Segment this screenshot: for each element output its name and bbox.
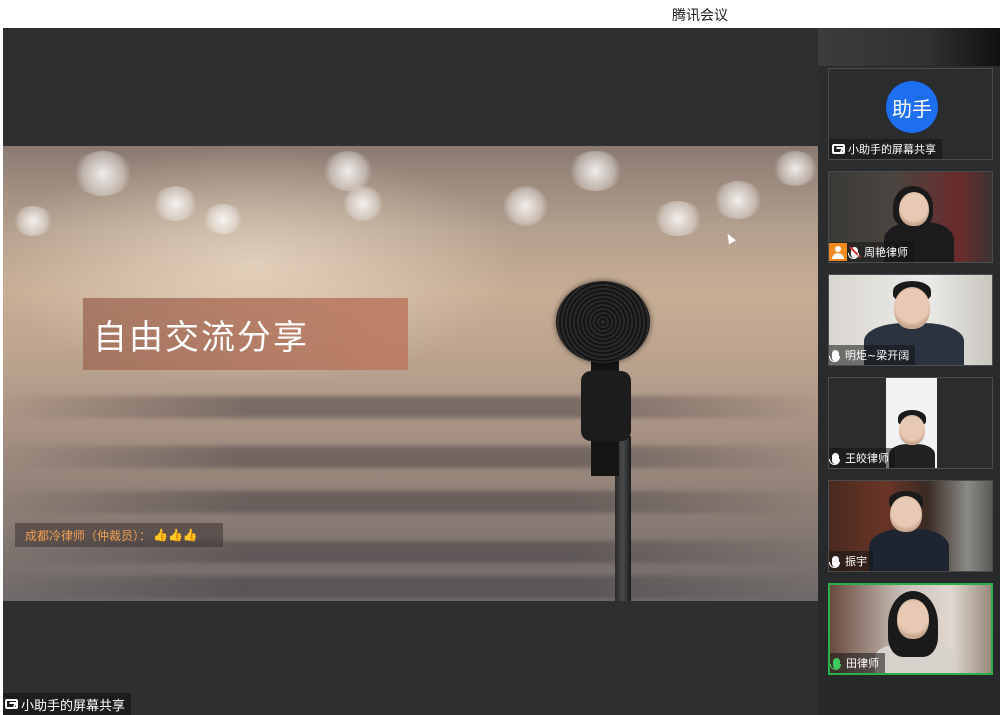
- participant-name: 明炬~梁开阔: [845, 349, 910, 362]
- bokeh-light: [323, 151, 373, 191]
- participant-label: 小助手的屏幕共享: [829, 139, 942, 159]
- chat-message-bar: 成都冷律师（仲裁员）： 👍👍👍: [15, 523, 223, 547]
- bokeh-light: [653, 201, 703, 236]
- participant-tile-assistant[interactable]: 助手 小助手的屏幕共享: [828, 68, 993, 160]
- microphone-clip: [581, 371, 631, 441]
- screen-share-label-text: 小助手的屏幕共享: [21, 698, 126, 714]
- participant-name: 田律师: [846, 657, 879, 670]
- bokeh-light: [73, 151, 133, 196]
- bokeh-light: [153, 186, 198, 221]
- participant-tile-zhenyu[interactable]: 振宇: [828, 480, 993, 572]
- app-title: 腾讯会议: [672, 8, 728, 24]
- participant-video: [899, 415, 925, 445]
- participant-name: 周艳律师: [864, 246, 908, 259]
- participant-label: 振宇: [829, 551, 873, 571]
- bokeh-light: [773, 151, 818, 186]
- screen-share-label: 小助手的屏幕共享: [3, 693, 132, 715]
- host-icon: [829, 243, 847, 261]
- blurred-seats: [3, 446, 818, 468]
- participant-tile-tian[interactable]: 田律师: [828, 583, 993, 675]
- participant-video: [889, 444, 935, 468]
- participant-video: [899, 192, 929, 226]
- participant-label: 田律师: [830, 653, 885, 673]
- participant-name: 振宇: [845, 555, 867, 568]
- participant-label: 明炬~梁开阔: [829, 345, 916, 365]
- bokeh-light: [713, 181, 763, 219]
- screen-share-icon: [832, 144, 845, 154]
- microphone-icon: [829, 555, 840, 568]
- chat-message: 成都冷律师（仲裁员）：: [25, 528, 152, 543]
- blurred-seats: [3, 576, 818, 598]
- screen-share-icon: [5, 699, 18, 709]
- microphone-head: [556, 281, 650, 363]
- bokeh-light: [568, 151, 623, 191]
- shared-screen-stage: 自由交流分享 成都冷律师（仲裁员）： 👍👍👍 小助手的屏幕共享: [3, 28, 818, 715]
- participant-tile-wangjiao[interactable]: 王皎律师: [828, 377, 993, 469]
- presentation-slide: 自由交流分享 成都冷律师（仲裁员）： 👍👍👍: [3, 146, 818, 601]
- participant-panel-header: [818, 28, 1000, 66]
- microphone-icon: [829, 452, 840, 465]
- participant-name: 小助手的屏幕共享: [848, 143, 936, 156]
- participant-tile-zhouyan[interactable]: 周艳律师: [828, 171, 993, 263]
- thumbs-up-icon: 👍👍👍: [153, 528, 198, 542]
- title-bar: 腾讯会议: [0, 0, 1000, 28]
- participant-video: [869, 529, 949, 571]
- slide-title: 自由交流分享: [93, 317, 309, 358]
- microphone-muted-icon: [848, 246, 859, 259]
- participant-name: 王皎律师: [845, 452, 889, 465]
- slide-title-box: 自由交流分享: [83, 298, 408, 370]
- bokeh-light: [203, 204, 243, 234]
- blurred-seats: [3, 396, 818, 418]
- blurred-seats: [3, 491, 818, 513]
- microphone-active-icon: [830, 657, 841, 670]
- bokeh-light: [503, 186, 548, 226]
- participant-label: 周艳律师: [829, 242, 914, 262]
- microphone-icon: [829, 349, 840, 362]
- participant-video: [897, 599, 929, 639]
- bokeh-light: [13, 206, 53, 236]
- participant-video: [890, 496, 922, 532]
- participant-tile-liangkaikuo[interactable]: 明炬~梁开阔: [828, 274, 993, 366]
- participant-label: 王皎律师: [829, 448, 895, 468]
- bokeh-light: [343, 186, 383, 221]
- avatar: 助手: [886, 81, 938, 133]
- participant-video: [894, 287, 930, 329]
